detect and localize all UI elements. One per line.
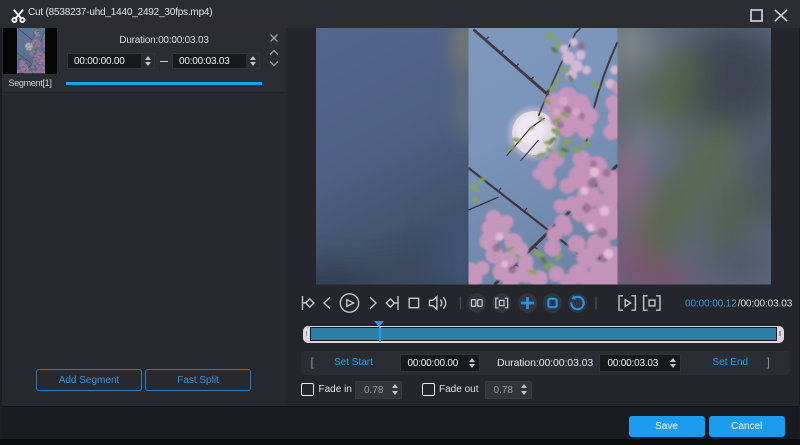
svg-text:00:00:00.12: 00:00:00.12 — [685, 299, 737, 310]
svg-text:/00:00:03.03: /00:00:03.03 — [738, 299, 793, 310]
